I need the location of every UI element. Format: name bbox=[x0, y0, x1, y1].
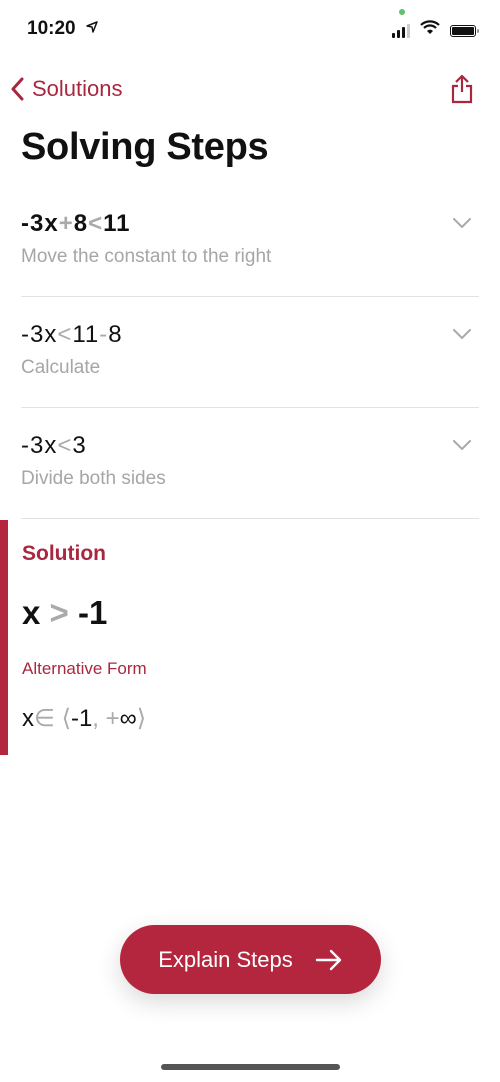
step-equation: -3x<3 bbox=[21, 432, 479, 460]
step-equation: -3x<11-8 bbox=[21, 321, 479, 349]
explain-steps-button[interactable]: Explain Steps bbox=[120, 925, 381, 994]
step-description: Divide both sides bbox=[21, 468, 166, 489]
solution-accent-bar bbox=[0, 520, 8, 755]
chevron-down-icon[interactable] bbox=[453, 218, 471, 228]
eq-bracket: ⟩ bbox=[136, 705, 147, 732]
solution-title: Solution bbox=[22, 542, 106, 565]
step-equation: -3x+8<11 bbox=[21, 210, 479, 238]
navigation-bar: Solutions bbox=[0, 70, 500, 110]
share-button[interactable] bbox=[450, 74, 474, 109]
eq-term: x bbox=[22, 594, 41, 631]
eq-operator: - bbox=[99, 321, 109, 348]
wifi-icon bbox=[420, 20, 440, 41]
cellular-signal-icon bbox=[392, 24, 410, 38]
eq-term: ∞ bbox=[119, 705, 137, 732]
back-button[interactable]: Solutions bbox=[10, 76, 123, 102]
eq-term: -1 bbox=[70, 705, 93, 732]
eq-bracket: ⟨ bbox=[61, 705, 71, 732]
chevron-left-icon bbox=[11, 77, 24, 101]
eq-operator: ∈ bbox=[34, 705, 55, 732]
status-time: 10:20 bbox=[27, 18, 76, 39]
eq-term: x bbox=[22, 705, 34, 732]
eq-operator: + bbox=[58, 210, 74, 237]
battery-icon bbox=[450, 25, 479, 37]
eq-term: -3x bbox=[21, 432, 58, 459]
eq-term: -3x bbox=[21, 321, 58, 348]
step-description: Calculate bbox=[21, 357, 101, 378]
privacy-indicator-icon bbox=[399, 9, 405, 15]
eq-term: -1 bbox=[77, 594, 108, 631]
eq-term: 8 bbox=[108, 321, 123, 348]
share-icon bbox=[451, 74, 473, 104]
step-description: Move the constant to the right bbox=[21, 246, 272, 267]
eq-separator: , bbox=[92, 705, 99, 732]
eq-term: 3 bbox=[72, 432, 87, 459]
back-label: Solutions bbox=[32, 76, 123, 101]
step-1[interactable]: -3x+8<11 Move the constant to the right bbox=[21, 210, 479, 297]
home-indicator[interactable] bbox=[161, 1064, 340, 1070]
chevron-down-icon[interactable] bbox=[453, 329, 471, 339]
status-bar: 10:20 bbox=[0, 0, 500, 60]
eq-term: -3x bbox=[21, 210, 59, 237]
eq-operator: < bbox=[57, 432, 73, 459]
eq-operator: + bbox=[105, 705, 120, 732]
page-title: Solving Steps bbox=[21, 126, 269, 168]
eq-term: 8 bbox=[73, 210, 89, 237]
eq-operator: < bbox=[57, 321, 73, 348]
eq-term: 11 bbox=[72, 321, 100, 348]
alternative-form-label: Alternative Form bbox=[22, 659, 147, 678]
eq-operator: > bbox=[49, 594, 69, 631]
eq-term: 11 bbox=[103, 210, 131, 237]
step-3[interactable]: -3x<3 Divide both sides bbox=[21, 432, 479, 519]
location-arrow-icon bbox=[86, 20, 98, 38]
explain-steps-label: Explain Steps bbox=[158, 946, 293, 972]
eq-operator: < bbox=[88, 210, 104, 237]
alternative-form-equation: x∈ ⟨-1, +∞⟩ bbox=[22, 704, 146, 733]
step-2[interactable]: -3x<11-8 Calculate bbox=[21, 321, 479, 408]
arrow-right-icon bbox=[315, 949, 341, 970]
chevron-down-icon[interactable] bbox=[453, 440, 471, 450]
solution-equation: x > -1 bbox=[22, 594, 107, 632]
